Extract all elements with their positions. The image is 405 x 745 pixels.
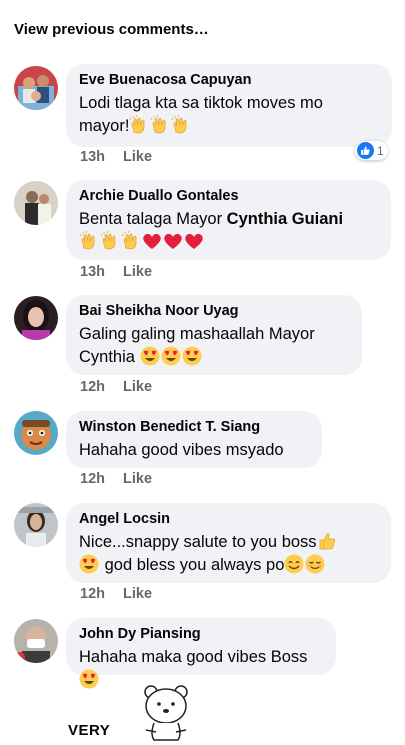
heart-eyes-icon — [140, 346, 160, 366]
comment-author[interactable]: Eve Buenacosa Capuyan — [79, 71, 379, 89]
like-button[interactable]: Like — [123, 149, 152, 165]
clap-icon — [171, 115, 191, 135]
clap-icon — [129, 115, 149, 135]
comment-meta: 12h Like — [80, 586, 152, 602]
heart-eyes-icon — [79, 554, 99, 574]
comment-bubble: Bai Sheikha Noor Uyag Galing galing mash… — [66, 295, 362, 375]
comment-meta: 13h Like — [80, 264, 152, 280]
thumbs-up-icon — [357, 142, 374, 159]
comment-timestamp[interactable]: 12h — [80, 471, 105, 487]
clap-icon — [100, 231, 120, 251]
heart-eyes-icon — [79, 669, 99, 689]
comment-text: Benta talaga Mayor Cynthia Guiani — [79, 208, 378, 254]
comment-text: Hahaha good vibes msyado — [79, 441, 284, 459]
avatar[interactable] — [14, 411, 58, 455]
reaction-count-badge[interactable]: 1 — [355, 141, 388, 160]
like-button[interactable]: Like — [123, 379, 152, 395]
clap-icon — [150, 115, 170, 135]
heart-eyes-icon — [161, 346, 181, 366]
comment-author[interactable]: Winston Benedict T. Siang — [79, 418, 309, 436]
comment-text: Nice...snappy salute to you boss god ble… — [79, 531, 378, 577]
heart-icon — [184, 231, 204, 251]
comment-bubble: Winston Benedict T. Siang Hahaha good vi… — [66, 411, 322, 468]
smile-icon — [284, 554, 304, 574]
comment-meta: 12h Like — [80, 379, 152, 395]
reaction-count: 1 — [377, 143, 384, 158]
avatar[interactable] — [14, 181, 58, 225]
bear-sticker-icon — [140, 684, 194, 745]
sticker-text: VERY — [68, 722, 111, 739]
view-previous-comments-link[interactable]: View previous comments… — [14, 21, 209, 38]
avatar[interactable] — [14, 619, 58, 663]
clap-icon — [79, 231, 99, 251]
comment-text: Hahaha maka good vibes Boss — [79, 646, 323, 692]
avatar[interactable] — [14, 503, 58, 547]
comment-author[interactable]: John Dy Piansing — [79, 625, 323, 643]
comment-timestamp[interactable]: 12h — [80, 586, 105, 602]
comment-timestamp[interactable]: 12h — [80, 379, 105, 395]
like-button[interactable]: Like — [123, 264, 152, 280]
heart-eyes-icon — [182, 346, 202, 366]
comment-meta: 13h Like — [80, 149, 152, 165]
heart-icon — [142, 231, 162, 251]
comment-bubble: Angel Locsin Nice...snappy salute to you… — [66, 503, 391, 583]
comment-bubble: John Dy Piansing Hahaha maka good vibes … — [66, 618, 336, 675]
avatar[interactable] — [14, 66, 58, 110]
heart-icon — [163, 231, 183, 251]
comment-text: Lodi tlaga kta sa tiktok moves mo mayor! — [79, 94, 323, 135]
comment-author[interactable]: Angel Locsin — [79, 510, 378, 528]
comment-bubble: Eve Buenacosa Capuyan Lodi tlaga kta sa … — [66, 64, 392, 147]
like-button[interactable]: Like — [123, 471, 152, 487]
relieved-icon — [305, 554, 325, 574]
comment-timestamp[interactable]: 13h — [80, 149, 105, 165]
comment-bubble: Archie Duallo Gontales Benta talaga Mayo… — [66, 180, 391, 260]
comment-author[interactable]: Archie Duallo Gontales — [79, 187, 378, 205]
comment-meta: 12h Like — [80, 471, 152, 487]
thumbs-up-emoji-icon — [317, 531, 337, 551]
avatar[interactable] — [14, 296, 58, 340]
comment-timestamp[interactable]: 13h — [80, 264, 105, 280]
clap-icon — [121, 231, 141, 251]
comment-text: Galing galing mashaallah Mayor Cynthia — [79, 325, 315, 366]
like-button[interactable]: Like — [123, 586, 152, 602]
mention-link[interactable]: Cynthia Guiani — [227, 210, 343, 228]
comment-author[interactable]: Bai Sheikha Noor Uyag — [79, 302, 349, 320]
